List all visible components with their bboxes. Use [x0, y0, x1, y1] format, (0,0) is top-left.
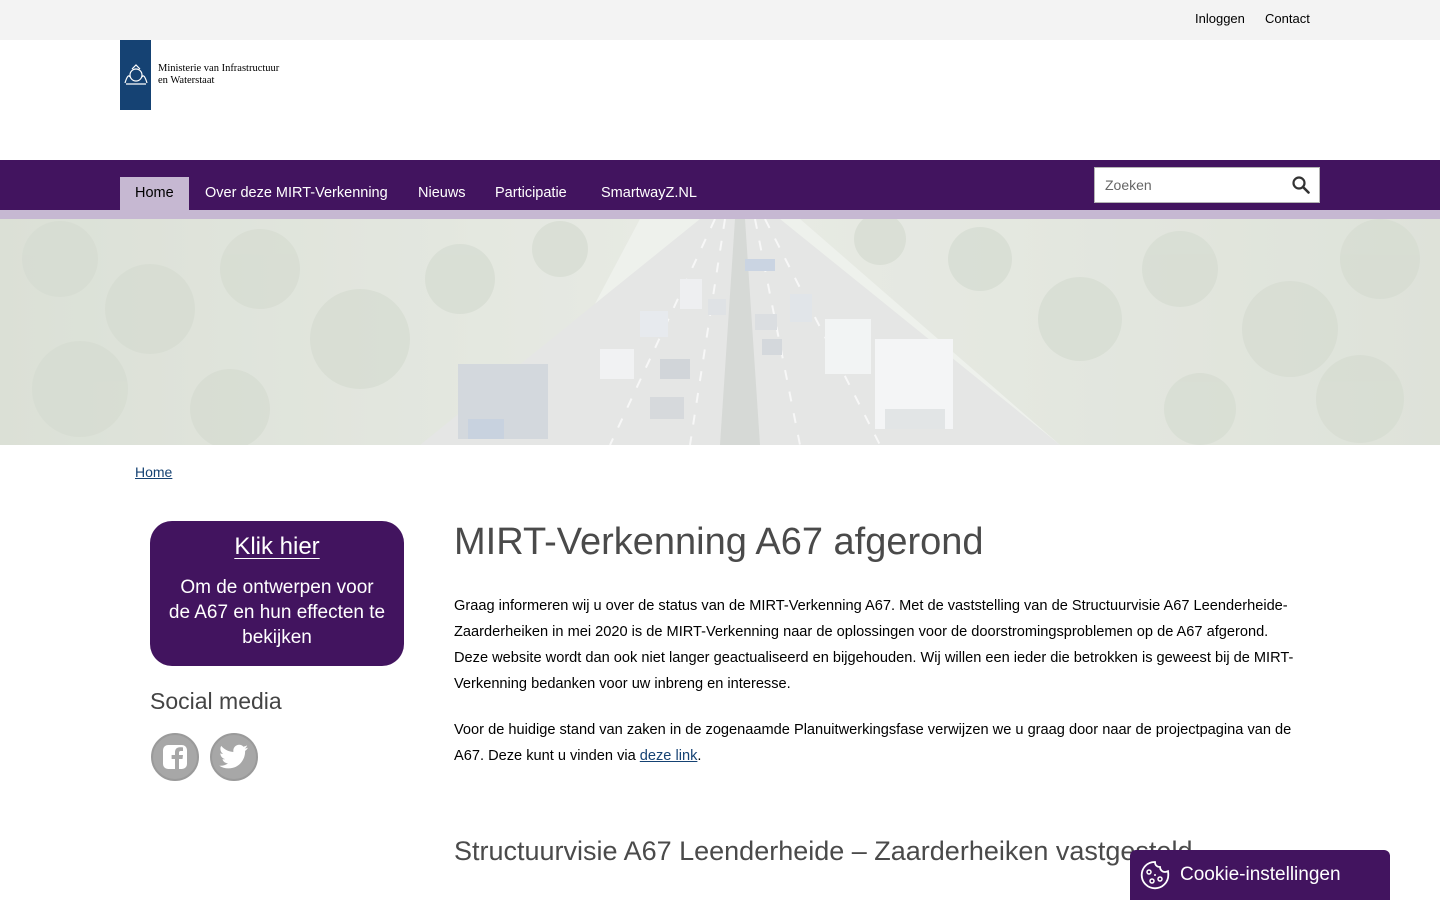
logo-text: Ministerie van Infrastructuur en Waterst…: [158, 63, 279, 87]
social-media-heading: Social media: [150, 688, 282, 714]
section-title: Structuurvisie A67 Leenderheide – Zaarde…: [454, 836, 1193, 866]
top-bar: Inloggen Contact: [0, 0, 1440, 40]
hero-image: [0, 219, 1440, 445]
search-box: [1094, 167, 1320, 203]
klik-hier-text: Om de ontwerpen voor de A67 en hun effec…: [168, 577, 386, 648]
nav-item-home[interactable]: Home: [120, 177, 189, 210]
logo-line-2: en Waterstaat: [158, 75, 215, 86]
main-navigation: Home Over deze MIRT-Verkenning Nieuws Pa…: [0, 160, 1440, 210]
search-input[interactable]: [1095, 168, 1285, 202]
ministry-logo[interactable]: Ministerie van Infrastructuur en Waterst…: [120, 40, 279, 110]
nav-stripe: [0, 210, 1440, 219]
breadcrumb-home[interactable]: Home: [135, 464, 172, 480]
nav-item-smartwayz[interactable]: SmartwayZ.NL: [586, 177, 712, 210]
cookie-settings-button[interactable]: Cookie-instellingen: [1130, 850, 1390, 900]
intro-paragraph: Graag informeren wij u over de status va…: [454, 598, 1294, 692]
logo-line-1: Ministerie van Infrastructuur: [158, 63, 280, 74]
klik-hier-link[interactable]: Klik hier: [150, 533, 404, 561]
design-callout[interactable]: Klik hier Om de ontwerpen voor de A67 en…: [150, 521, 404, 666]
coat-of-arms-icon: [120, 40, 151, 110]
search-icon: [1292, 176, 1310, 194]
twitter-icon[interactable]: [210, 733, 258, 781]
nav-item-over[interactable]: Over deze MIRT-Verkenning: [190, 177, 403, 210]
nav-item-nieuws[interactable]: Nieuws: [403, 177, 481, 210]
facebook-icon[interactable]: [151, 733, 199, 781]
status-paragraph-text: Voor de huidige stand van zaken in de zo…: [454, 722, 1292, 764]
status-paragraph: Voor de huidige stand van zaken in de zo…: [454, 717, 1300, 769]
nav-item-participatie[interactable]: Participatie: [480, 177, 582, 210]
page-title: MIRT-Verkenning A67 afgerond: [454, 521, 984, 563]
contact-link[interactable]: Contact: [1265, 11, 1310, 26]
status-paragraph-end: .: [697, 748, 702, 764]
project-page-link[interactable]: deze link: [640, 748, 698, 764]
login-link[interactable]: Inloggen: [1195, 11, 1245, 26]
cookie-icon: [1140, 860, 1170, 890]
search-button[interactable]: [1283, 168, 1319, 202]
cookie-settings-label: Cookie-instellingen: [1180, 864, 1341, 885]
